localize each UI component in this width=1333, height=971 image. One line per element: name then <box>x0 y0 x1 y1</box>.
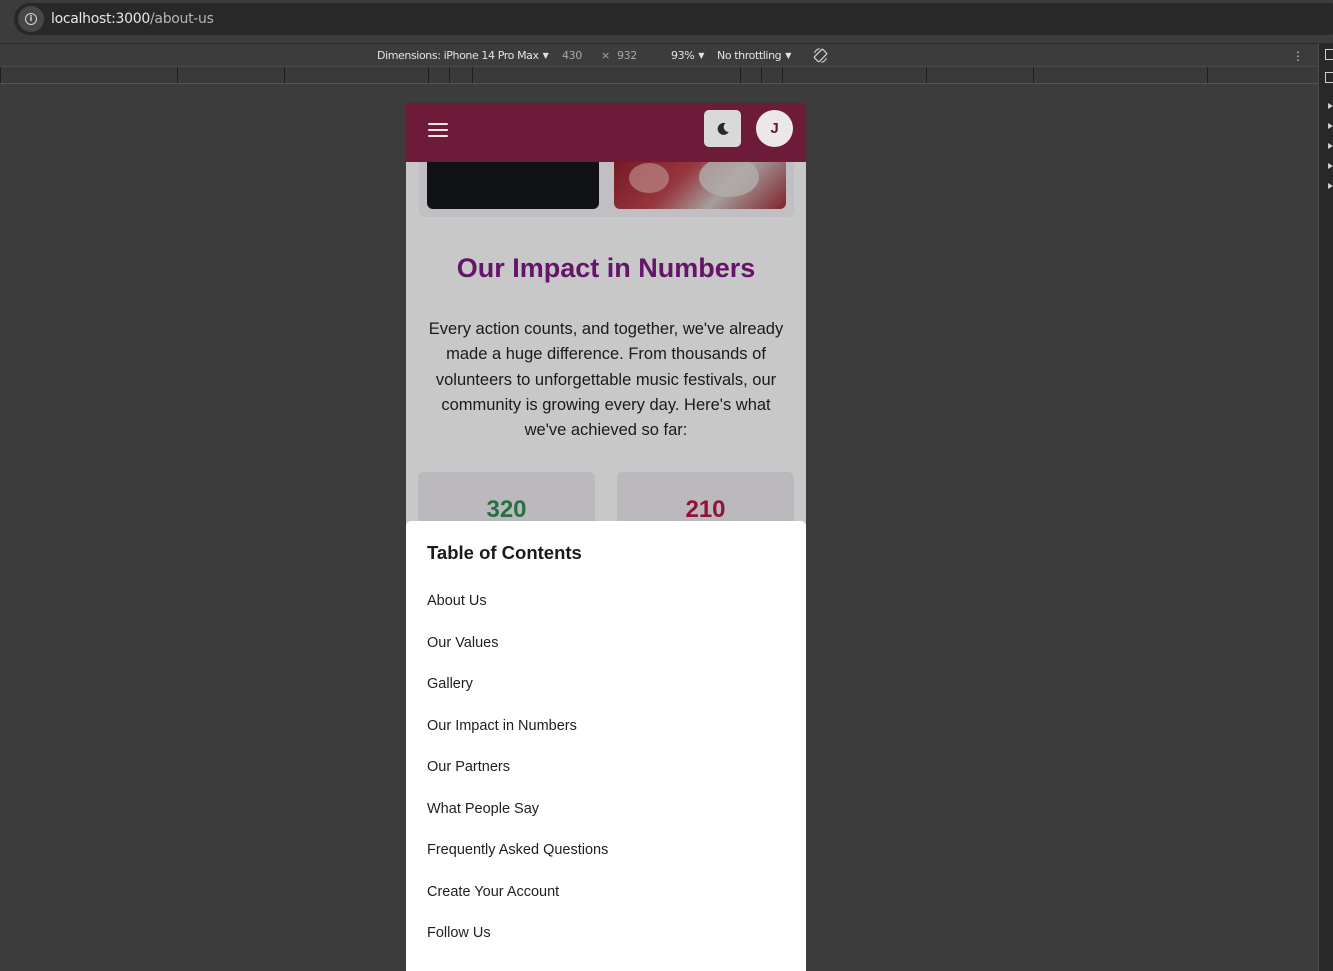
ruler-segment[interactable] <box>428 67 429 83</box>
ruler-segment[interactable] <box>284 67 285 83</box>
more-vertical-icon[interactable]: ⋮ <box>1292 49 1304 63</box>
chevron-down-icon: ▼ <box>698 51 705 60</box>
ruler-segment[interactable] <box>1207 67 1208 83</box>
url-text[interactable]: localhost:3000/about-us <box>51 11 214 27</box>
device-toggle-icon[interactable] <box>1325 72 1333 83</box>
ruler-segment[interactable] <box>472 67 473 83</box>
devtools-panel-edge <box>1318 43 1333 971</box>
app-header: J <box>406 103 806 162</box>
toc-item-partners[interactable]: Our Partners <box>427 759 608 801</box>
table-of-contents-sheet: Table of Contents About Us Our Values Ga… <box>406 521 806 971</box>
dimension-separator: × <box>601 49 610 62</box>
info-icon: i <box>25 13 37 25</box>
chevron-down-icon: ▼ <box>542 51 549 60</box>
device-width-input[interactable]: 430 <box>562 49 582 62</box>
zoom-label: 93% <box>671 49 695 62</box>
expand-arrow-icon[interactable] <box>1328 183 1333 189</box>
device-dimensions-dropdown[interactable]: Dimensions: iPhone 14 Pro Max ▼ <box>377 49 549 62</box>
toc-item-our-values[interactable]: Our Values <box>427 635 608 677</box>
site-info-button[interactable]: i <box>18 6 44 32</box>
inspect-icon[interactable] <box>1325 49 1333 60</box>
ruler-segment[interactable] <box>740 67 741 83</box>
ruler-segment[interactable] <box>926 67 927 83</box>
theme-toggle-button[interactable] <box>704 110 741 147</box>
throttling-dropdown[interactable]: No throttling ▼ <box>717 49 791 62</box>
expand-arrow-icon[interactable] <box>1328 123 1333 129</box>
ruler-segment[interactable] <box>449 67 450 83</box>
hamburger-icon[interactable] <box>428 121 448 137</box>
toc-item-impact[interactable]: Our Impact in Numbers <box>427 718 608 760</box>
throttling-label: No throttling <box>717 49 782 62</box>
media-query-ruler <box>0 67 1318 84</box>
toc-item-faq[interactable]: Frequently Asked Questions <box>427 842 608 884</box>
device-height-input[interactable]: 932 <box>617 49 637 62</box>
device-dimensions-label: Dimensions: iPhone 14 Pro Max <box>377 49 539 62</box>
toc-item-testimonials[interactable]: What People Say <box>427 801 608 843</box>
expand-arrow-icon[interactable] <box>1328 163 1333 169</box>
expand-arrow-icon[interactable] <box>1328 143 1333 149</box>
device-toolbar: Dimensions: iPhone 14 Pro Max ▼ 430 × 932… <box>0 43 1318 67</box>
url-path: /about-us <box>150 11 214 27</box>
toc-list: About Us Our Values Gallery Our Impact i… <box>427 593 608 967</box>
url-host: localhost:3000 <box>51 11 150 27</box>
ruler-segment[interactable] <box>1033 67 1034 83</box>
avatar[interactable]: J <box>756 110 793 147</box>
rotate-icon[interactable] <box>812 47 829 64</box>
chevron-down-icon: ▼ <box>785 51 792 60</box>
toc-item-create-account[interactable]: Create Your Account <box>427 884 608 926</box>
device-viewport: Our Impact in Numbers Every action count… <box>406 103 806 971</box>
ruler-segment[interactable] <box>761 67 762 83</box>
browser-address-bar: i localhost:3000/about-us <box>0 0 1333 38</box>
toc-item-about-us[interactable]: About Us <box>427 593 608 635</box>
toc-item-follow-us[interactable]: Follow Us <box>427 925 608 967</box>
ruler-segment[interactable] <box>0 67 1 83</box>
toc-item-gallery[interactable]: Gallery <box>427 676 608 718</box>
expand-arrow-icon[interactable] <box>1328 103 1333 109</box>
zoom-dropdown[interactable]: 93% ▼ <box>671 49 704 62</box>
ruler-segment[interactable] <box>782 67 783 83</box>
toc-title: Table of Contents <box>427 542 582 563</box>
ruler-segment[interactable] <box>177 67 178 83</box>
moon-icon <box>717 122 729 135</box>
